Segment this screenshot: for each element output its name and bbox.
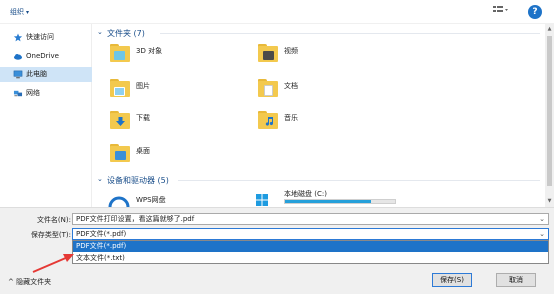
folder-documents[interactable] (258, 79, 278, 97)
scroll-up-arrow-icon[interactable]: ▲ (545, 25, 554, 34)
folder-label: 图片 (136, 82, 150, 90)
picture-icon (114, 87, 125, 96)
sidebar-item-label: 快速访问 (26, 33, 54, 41)
folder-pictures[interactable] (110, 79, 130, 97)
star-icon (13, 33, 23, 42)
organize-label: 组织 (10, 8, 24, 16)
film-icon (263, 51, 274, 60)
folder-3d-objects[interactable] (110, 44, 130, 62)
chevron-down-icon[interactable]: ⌄ (539, 229, 545, 239)
filetype-option-txt[interactable]: 文本文件(*.txt) (73, 253, 548, 264)
disk-usage-bar (284, 199, 396, 204)
scroll-down-arrow-icon[interactable]: ▼ (545, 197, 554, 206)
sidebar-item-label: 此电脑 (26, 70, 47, 78)
details-view-icon (493, 6, 508, 12)
filename-input[interactable]: PDF文件打印设置，看这篇就够了.pdf ⌄ (72, 213, 549, 225)
computer-icon (13, 70, 23, 79)
folder-label: 桌面 (136, 147, 150, 155)
filename-label: 文件名(N): (36, 216, 71, 224)
device-label[interactable]: 本地磁盘 (C:) (284, 189, 327, 199)
hide-folders-label: 隐藏文件夹 (16, 278, 52, 286)
annotation-arrow (32, 254, 74, 273)
download-arrow-icon (116, 117, 125, 126)
devices-group-chevron-icon[interactable]: ⌄ (97, 175, 103, 183)
folder-label: 视频 (284, 47, 298, 55)
folder-label: 下载 (136, 114, 150, 122)
device-label: WPS网盘 (136, 196, 166, 204)
filetype-label: 保存类型(T): (30, 231, 71, 239)
sidebar-item-label: OneDrive (26, 52, 59, 60)
disk-usage-fill (285, 200, 371, 203)
chevron-down-icon[interactable]: ⌄ (539, 214, 545, 224)
sidebar-item-quick-access[interactable]: 快速访问 (0, 30, 92, 45)
filetype-option-pdf[interactable]: PDF文件(*.pdf) (73, 241, 548, 252)
organize-menu[interactable]: 组织 ▾ (10, 7, 29, 17)
sidebar-item-label: 网络 (26, 89, 40, 97)
organize-caret-icon: ▾ (26, 9, 30, 16)
folder-label: 文档 (284, 82, 298, 90)
scrollbar-thumb[interactable] (547, 36, 552, 186)
filetype-select[interactable]: PDF文件(*.pdf) ⌄ (72, 228, 549, 240)
music-note-icon (265, 117, 273, 126)
filename-value: PDF文件打印设置，看这篇就够了.pdf (76, 215, 195, 223)
help-button[interactable]: ? (528, 5, 542, 19)
navigation-pane: 快速访问 OneDrive 此电脑 网络 (0, 24, 92, 207)
cube-icon (114, 51, 125, 60)
desktop-icon (115, 151, 126, 160)
folders-group-header[interactable]: 文件夹 (7) (107, 28, 145, 39)
folder-desktop[interactable] (110, 144, 130, 162)
chevron-up-icon: ^ (8, 278, 14, 286)
wps-cloud-drive-icon[interactable] (108, 193, 130, 207)
cancel-button[interactable]: 取消 (496, 273, 536, 287)
folder-videos[interactable] (258, 44, 278, 62)
devices-group-header[interactable]: 设备和驱动器 (5) (107, 175, 169, 186)
cloud-icon (13, 53, 23, 60)
view-options-button[interactable] (493, 5, 517, 17)
network-icon (13, 90, 23, 97)
hide-folders-toggle[interactable]: ^ 隐藏文件夹 (8, 277, 51, 287)
filetype-value: PDF文件(*.pdf) (76, 230, 127, 238)
filetype-dropdown-list: PDF文件(*.pdf) 文本文件(*.txt) (72, 240, 549, 264)
folder-music[interactable] (258, 111, 278, 129)
group-divider (178, 180, 540, 181)
folders-group-chevron-icon[interactable]: ⌄ (97, 28, 103, 36)
sidebar-item-network[interactable]: 网络 (0, 86, 92, 101)
save-button[interactable]: 保存(S) (432, 273, 472, 287)
document-icon (264, 85, 273, 96)
windows-logo-icon (256, 194, 268, 206)
folder-downloads[interactable] (110, 111, 130, 129)
group-divider (160, 33, 540, 34)
sidebar-item-onedrive[interactable]: OneDrive (0, 49, 92, 64)
sidebar-item-this-pc[interactable]: 此电脑 (0, 67, 92, 82)
folder-label: 3D 对象 (136, 47, 163, 55)
toolbar: 组织 ▾ ? (0, 0, 554, 24)
folder-label: 音乐 (284, 114, 298, 122)
